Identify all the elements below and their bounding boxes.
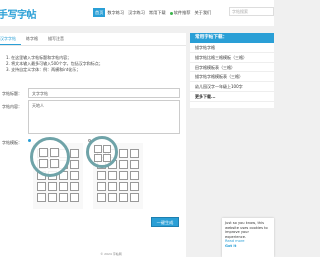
grid-cell — [59, 193, 68, 202]
grid-cell — [108, 171, 117, 180]
sidebar-title: 常用字帖下载： — [190, 33, 274, 43]
top-header: 手写字帖 首页 数字练习 汉字练习 常用下载 软件推荐 关于我们 — [0, 0, 274, 26]
zoom-cell — [94, 145, 102, 153]
tab-bar: 汉字字帖 练字格 描写注音 — [0, 35, 74, 45]
magnifier-zoom-icon — [30, 137, 70, 177]
tab-pinyin[interactable]: 描写注音 — [48, 35, 69, 45]
cookie-banner: Just so you know, this website uses cook… — [222, 218, 274, 257]
generate-button[interactable]: 一键生成 — [151, 217, 179, 227]
zoom-cell — [39, 159, 48, 168]
sidebar-more-link[interactable]: 更多下载... — [190, 92, 274, 102]
zoom-cell — [50, 148, 59, 157]
zoom-cell — [103, 154, 111, 162]
grid-cell — [108, 193, 117, 202]
nav-item-about[interactable]: 关于我们 — [192, 8, 213, 17]
nav-item-software-label: 软件推荐 — [173, 10, 191, 15]
content-textarea[interactable]: 天地人 — [28, 100, 180, 134]
nav-item-character-practice[interactable]: 汉字练习 — [126, 8, 147, 17]
nav-item-number-practice[interactable]: 数字练习 — [105, 8, 126, 17]
grid-cell — [70, 160, 79, 169]
grid-cell — [70, 171, 79, 180]
cookie-got-it-button[interactable]: Got it — [225, 244, 271, 249]
grid-cell — [119, 182, 128, 191]
nav-item-home[interactable]: 首页 — [93, 8, 106, 17]
nav-item-downloads[interactable]: 常用下载 — [147, 8, 168, 17]
cookie-text: Just so you know, this website uses cook… — [225, 221, 268, 239]
tab-divider — [0, 45, 186, 46]
zoom-cell — [94, 154, 102, 162]
grid-cell — [97, 171, 106, 180]
sidebar-item-2[interactable]: 描字帖比格三格模板（三格） — [190, 53, 274, 63]
site-logo[interactable]: 手写字帖 — [0, 6, 37, 21]
tab-grid[interactable]: 练字格 — [26, 35, 43, 45]
instruction-text: 1. 在这里输入字帖标题和字帖内容； 2. 将文本输入最多可输入500个字，包括… — [6, 55, 103, 73]
template-radio-1[interactable] — [28, 139, 31, 142]
sidebar-downloads: 常用字帖下载： 描字帖字格 描字帖比格三格模板（三格） 田字格模板表（三格） 描… — [190, 33, 274, 108]
grid-cell — [97, 182, 106, 191]
grid-cell — [130, 182, 139, 191]
grid-cell — [130, 160, 139, 169]
grid-cell — [37, 182, 46, 191]
grid-cell — [130, 171, 139, 180]
grid-cell — [119, 193, 128, 202]
sidebar-item-4[interactable]: 描字帖字格模板表（三格） — [190, 72, 274, 83]
grid-cell — [37, 193, 46, 202]
grid-cell — [48, 182, 57, 191]
grid-cell — [119, 149, 128, 158]
template-label: 字帖模板： — [2, 140, 22, 145]
grid-cell — [97, 193, 106, 202]
zoom-cell — [39, 148, 48, 157]
grid-cell — [130, 149, 139, 158]
title-input[interactable]: 文字字帖 — [28, 88, 180, 98]
grid-cell — [70, 193, 79, 202]
zoom-cell — [50, 159, 59, 168]
grid-cell — [108, 182, 117, 191]
zoom-cell — [103, 145, 111, 153]
grid-cell — [119, 171, 128, 180]
sidebar-item-5[interactable]: 幼儿园汉字一年级上100字 — [190, 82, 274, 92]
main-nav: 首页 数字练习 汉字练习 常用下载 软件推荐 关于我们 — [93, 8, 213, 17]
content-label: 字帖内容： — [2, 104, 22, 109]
grid-cell — [130, 193, 139, 202]
magnifier-zoom-icon — [86, 136, 118, 168]
sidebar-item-3[interactable]: 田字格模板表（三格） — [190, 63, 274, 73]
grid-cell — [119, 160, 128, 169]
title-label: 字帖标题： — [2, 91, 22, 96]
tab-hanzi[interactable]: 汉字字帖 — [0, 35, 21, 45]
footer: © 2024 字帖网 — [100, 252, 122, 256]
grid-cell — [59, 182, 68, 191]
grid-cell — [70, 182, 79, 191]
grid-cell — [70, 149, 79, 158]
grid-cell — [48, 193, 57, 202]
main-panel: 汉字字帖 练字格 描写注音 1. 在这里输入字帖标题和字帖内容； 2. 将文本输… — [0, 33, 186, 257]
tip-line: 3. 支持自定义字体：例：两横和int化乐； — [6, 67, 81, 72]
search-input[interactable] — [229, 7, 274, 16]
sidebar-item-1[interactable]: 描字帖字格 — [190, 43, 274, 53]
nav-item-software[interactable]: 软件推荐 — [168, 8, 193, 17]
pin-icon — [169, 11, 173, 15]
